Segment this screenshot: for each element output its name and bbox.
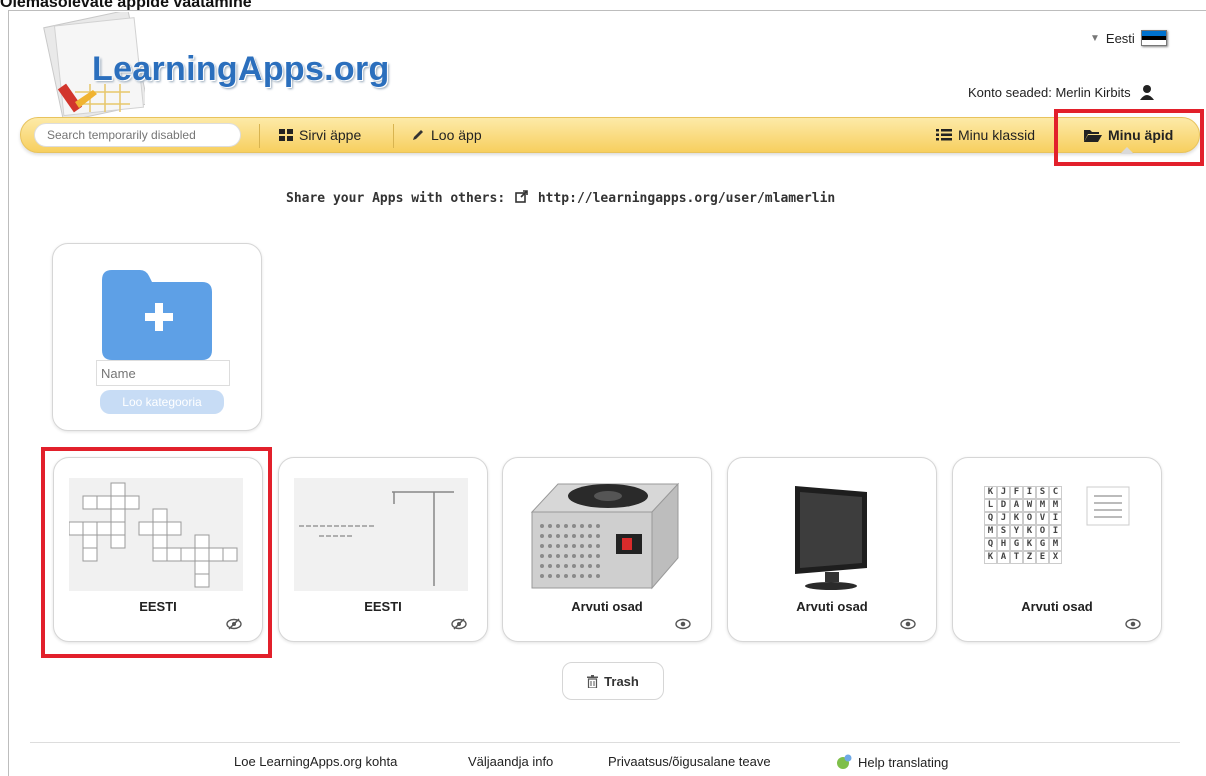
- word-grid-cell: C: [1049, 486, 1062, 499]
- word-grid-cell: V: [1036, 512, 1049, 525]
- word-grid-cell: Q: [984, 512, 997, 525]
- app-card[interactable]: EESTI: [278, 457, 488, 642]
- word-grid-cell: M: [984, 525, 997, 538]
- word-grid-cell: S: [997, 525, 1010, 538]
- nav-my-classes[interactable]: Minu klassid: [936, 127, 1035, 143]
- share-url-link[interactable]: http://learningapps.org/user/mlamerlin: [538, 191, 835, 206]
- word-grid-cell: A: [997, 551, 1010, 564]
- app-card[interactable]: Arvuti osad: [727, 457, 937, 642]
- footer-publisher-link[interactable]: Väljaandja info: [468, 754, 553, 769]
- footer-divider: [30, 742, 1180, 743]
- power-supply-thumbnail: [518, 478, 692, 591]
- word-grid-cell: F: [1010, 486, 1023, 499]
- nav-browse-label: Sirvi äppe: [299, 127, 362, 143]
- word-grid-cell: M: [1049, 499, 1062, 512]
- word-grid-cell: O: [1036, 525, 1049, 538]
- footer-translate-label: Help translating: [858, 754, 949, 770]
- app-title: EESTI: [364, 599, 402, 614]
- word-grid-cell: W: [1023, 499, 1036, 512]
- word-grid-cell: A: [1010, 499, 1023, 512]
- trash-icon: [587, 674, 599, 688]
- eye-icon[interactable]: [900, 618, 916, 630]
- nav-classes-label: Minu klassid: [958, 127, 1036, 143]
- site-logo[interactable]: LearningApps.org: [92, 50, 390, 89]
- word-grid-cell: K: [984, 551, 997, 564]
- word-grid-cell: X: [1049, 551, 1062, 564]
- word-grid-cell: Z: [1023, 551, 1036, 564]
- account-settings-link[interactable]: Konto seaded: Merlin Kirbits: [968, 84, 1155, 100]
- nav-divider: [393, 124, 394, 148]
- word-grid-cell: L: [984, 499, 997, 512]
- create-category-button[interactable]: Loo kategooria: [100, 390, 224, 414]
- language-label: Eesti: [1105, 30, 1135, 46]
- language-selector[interactable]: ▼ Eesti: [1090, 30, 1167, 46]
- footer-translate-link[interactable]: Help translating: [836, 754, 948, 770]
- trash-button[interactable]: Trash: [562, 662, 664, 700]
- account-label: Konto seaded: Merlin Kirbits: [968, 84, 1131, 100]
- main-nav-bar: Sirvi äppe Loo äpp Minu klassid Minu äpi…: [20, 117, 1200, 154]
- word-grid-cell: I: [1049, 512, 1062, 525]
- external-link-icon: [515, 190, 528, 203]
- word-grid-cell: K: [984, 486, 997, 499]
- word-grid-cell: I: [1023, 486, 1036, 499]
- globe-icon: [837, 754, 852, 769]
- highlight-frame: [41, 447, 272, 658]
- word-grid-cell: O: [1023, 512, 1036, 525]
- app-title: Arvuti osad: [796, 599, 868, 614]
- word-grid-cell: K: [1010, 512, 1023, 525]
- share-line: Share your Apps with others: http://lear…: [286, 190, 835, 206]
- eye-slash-icon[interactable]: [451, 618, 467, 630]
- app-card[interactable]: Arvuti osad: [502, 457, 712, 642]
- list-icon: [936, 129, 952, 141]
- word-grid-cell: Q: [984, 538, 997, 551]
- word-grid-cell: J: [997, 512, 1010, 525]
- word-grid-cell: K: [1023, 538, 1036, 551]
- search-input[interactable]: [34, 123, 241, 147]
- nav-create-label: Loo äpp: [431, 127, 482, 143]
- word-grid-cell: S: [1036, 486, 1049, 499]
- word-grid-cell: K: [1023, 525, 1036, 538]
- app-title: Arvuti osad: [571, 599, 643, 614]
- word-grid-cell: I: [1049, 525, 1062, 538]
- nav-divider: [259, 124, 260, 148]
- footer-privacy-link[interactable]: Privaatsus/õigusalane teave: [608, 754, 771, 769]
- word-grid-cell: G: [1010, 538, 1023, 551]
- word-grid-cell: T: [1010, 551, 1023, 564]
- word-grid-cell: M: [1036, 499, 1049, 512]
- eye-icon[interactable]: [1125, 618, 1141, 630]
- page-caption: Olemasolevate äppide vaatamine: [0, 0, 252, 10]
- estonian-flag-icon: [1140, 30, 1167, 46]
- share-label: Share your Apps with others:: [286, 191, 506, 206]
- nav-create-app[interactable]: Loo äpp: [411, 127, 482, 143]
- nav-browse-apps[interactable]: Sirvi äppe: [279, 127, 361, 143]
- word-grid-cell: D: [997, 499, 1010, 512]
- trash-label: Trash: [604, 673, 639, 689]
- add-folder-icon[interactable]: [102, 270, 212, 360]
- word-grid: KJFISCLDAWMMQJKOVIMSYKOIQHGKGMKATZEX: [984, 486, 1062, 564]
- eye-icon[interactable]: [675, 618, 691, 630]
- word-grid-cell: H: [997, 538, 1010, 551]
- category-name-input[interactable]: [96, 360, 230, 386]
- word-grid-cell: G: [1036, 538, 1049, 551]
- word-grid-cell: J: [997, 486, 1010, 499]
- user-icon: [1139, 85, 1154, 100]
- word-grid-cell: Y: [1010, 525, 1023, 538]
- pencil-icon: [413, 130, 423, 140]
- grid-icon: [279, 129, 293, 141]
- footer-about-link[interactable]: Loe LearningApps.org kohta: [234, 754, 397, 769]
- app-title: Arvuti osad: [1021, 599, 1093, 614]
- monitor-thumbnail: [743, 478, 917, 591]
- dropdown-triangle-icon: ▼: [1090, 32, 1100, 44]
- word-grid-cell: E: [1036, 551, 1049, 564]
- word-list-icon: [1086, 486, 1130, 526]
- word-grid-thumbnail: KJFISCLDAWMMQJKOVIMSYKOIQHGKGMKATZEX: [968, 478, 1142, 591]
- hangman-thumbnail: [294, 478, 468, 591]
- highlight-frame: [1054, 109, 1204, 166]
- word-grid-cell: M: [1049, 538, 1062, 551]
- app-card[interactable]: KJFISCLDAWMMQJKOVIMSYKOIQHGKGMKATZEX Arv…: [952, 457, 1162, 642]
